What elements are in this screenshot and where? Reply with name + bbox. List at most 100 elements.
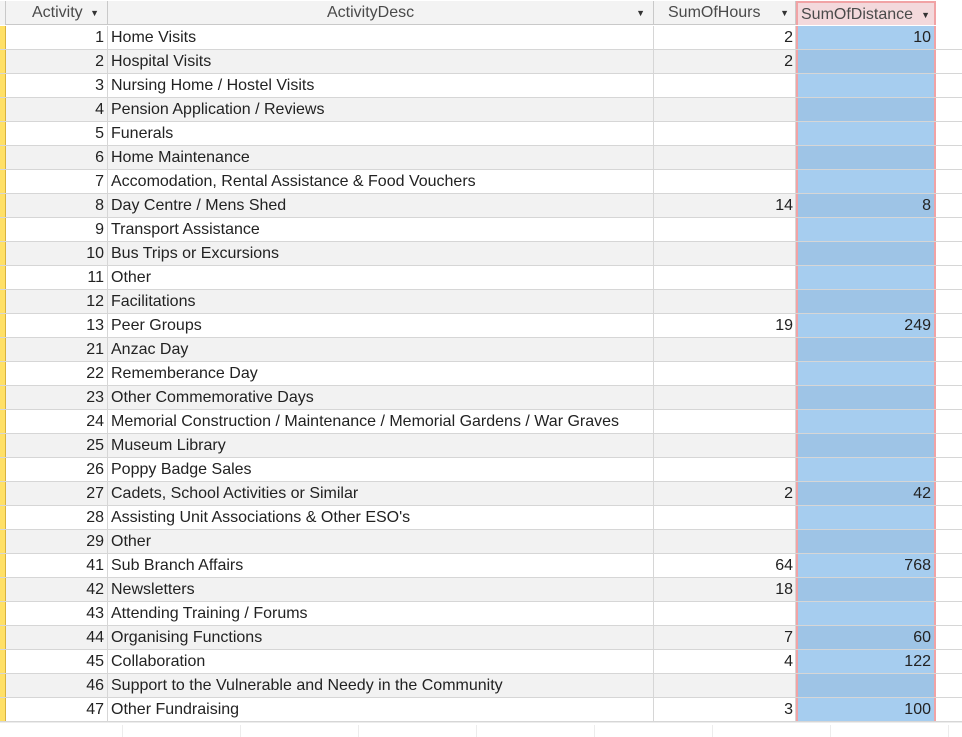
cell-sumofdistance[interactable] — [796, 290, 934, 313]
table-row[interactable]: 12 Facilitations — [0, 290, 962, 314]
table-row[interactable]: 3 Nursing Home / Hostel Visits — [0, 74, 962, 98]
cell-sumofdistance[interactable] — [796, 170, 934, 193]
cell-sumofhours[interactable]: 19 — [654, 314, 796, 337]
cell-sumofdistance[interactable]: 8 — [796, 194, 934, 217]
cell-activity[interactable]: 9 — [28, 218, 108, 241]
cell-sumofhours[interactable] — [654, 74, 796, 97]
cell-sumofdistance[interactable] — [796, 530, 934, 553]
cell-sumofhours[interactable] — [654, 674, 796, 697]
cell-sumofhours[interactable] — [654, 602, 796, 625]
cell-activity[interactable]: 28 — [28, 506, 108, 529]
cell-activity[interactable]: 45 — [28, 650, 108, 673]
table-row[interactable]: 1 Home Visits 2 10 — [0, 26, 962, 50]
column-header-sumofhours[interactable]: SumOfHours ▼ — [654, 1, 796, 25]
cell-sumofdistance[interactable]: 10 — [796, 26, 934, 49]
cell-activitydesc[interactable]: Organising Functions — [108, 626, 654, 649]
chevron-down-icon[interactable]: ▼ — [636, 1, 645, 25]
cell-activitydesc[interactable]: Nursing Home / Hostel Visits — [108, 74, 654, 97]
cell-sumofhours[interactable]: 64 — [654, 554, 796, 577]
table-row[interactable]: 41 Sub Branch Affairs 64 768 — [0, 554, 962, 578]
table-row[interactable]: 44 Organising Functions 7 60 — [0, 626, 962, 650]
cell-activitydesc[interactable]: Anzac Day — [108, 338, 654, 361]
cell-sumofdistance[interactable]: 60 — [796, 626, 934, 649]
cell-sumofdistance[interactable]: 100 — [796, 698, 934, 721]
cell-sumofdistance[interactable] — [796, 362, 934, 385]
cell-activity[interactable]: 7 — [28, 170, 108, 193]
cell-sumofdistance[interactable] — [796, 410, 934, 433]
cell-activitydesc[interactable]: Memorial Construction / Maintenance / Me… — [108, 410, 654, 433]
cell-activity[interactable]: 4 — [28, 98, 108, 121]
cell-activity[interactable]: 6 — [28, 146, 108, 169]
cell-activity[interactable]: 8 — [28, 194, 108, 217]
cell-sumofhours[interactable]: 7 — [654, 626, 796, 649]
cell-activity[interactable]: 23 — [28, 386, 108, 409]
cell-sumofdistance[interactable] — [796, 602, 934, 625]
chevron-down-icon[interactable]: ▼ — [921, 3, 930, 27]
cell-sumofdistance[interactable] — [796, 242, 934, 265]
table-row[interactable]: 45 Collaboration 4 122 — [0, 650, 962, 674]
cell-activity[interactable]: 10 — [28, 242, 108, 265]
cell-sumofhours[interactable]: 14 — [654, 194, 796, 217]
cell-activitydesc[interactable]: Other — [108, 530, 654, 553]
cell-sumofdistance[interactable] — [796, 386, 934, 409]
column-header-sumofdistance[interactable]: SumOfDistance ▼ — [796, 1, 934, 25]
cell-activity[interactable]: 1 — [28, 26, 108, 49]
cell-activity[interactable]: 13 — [28, 314, 108, 337]
cell-activitydesc[interactable]: Transport Assistance — [108, 218, 654, 241]
cell-activity[interactable]: 11 — [28, 266, 108, 289]
table-row[interactable]: 11 Other — [0, 266, 962, 290]
cell-activity[interactable]: 25 — [28, 434, 108, 457]
cell-sumofdistance[interactable] — [796, 674, 934, 697]
cell-sumofdistance[interactable] — [796, 434, 934, 457]
table-row[interactable]: 26 Poppy Badge Sales — [0, 458, 962, 482]
cell-activity[interactable]: 29 — [28, 530, 108, 553]
cell-sumofdistance[interactable] — [796, 74, 934, 97]
table-row[interactable]: 22 Rememberance Day — [0, 362, 962, 386]
cell-sumofhours[interactable]: 18 — [654, 578, 796, 601]
cell-activitydesc[interactable]: Assisting Unit Associations & Other ESO'… — [108, 506, 654, 529]
cell-activity[interactable]: 44 — [28, 626, 108, 649]
cell-sumofhours[interactable] — [654, 218, 796, 241]
cell-activity[interactable]: 42 — [28, 578, 108, 601]
cell-activity[interactable]: 22 — [28, 362, 108, 385]
cell-activity[interactable]: 43 — [28, 602, 108, 625]
cell-sumofhours[interactable]: 2 — [654, 482, 796, 505]
table-row[interactable]: 27 Cadets, School Activities or Similar 2 4… — [0, 482, 962, 506]
table-row[interactable]: 24 Memorial Construction / Maintenance / … — [0, 410, 962, 434]
cell-sumofdistance[interactable] — [796, 146, 934, 169]
cell-activitydesc[interactable]: Newsletters — [108, 578, 654, 601]
table-row[interactable]: 8 Day Centre / Mens Shed 14 8 — [0, 194, 962, 218]
table-row[interactable]: 7 Accomodation, Rental Assistance & Food … — [0, 170, 962, 194]
table-row[interactable]: 13 Peer Groups 19 249 — [0, 314, 962, 338]
table-row[interactable]: 29 Other — [0, 530, 962, 554]
table-row[interactable]: 25 Museum Library — [0, 434, 962, 458]
cell-sumofdistance[interactable] — [796, 506, 934, 529]
cell-sumofhours[interactable] — [654, 290, 796, 313]
cell-activitydesc[interactable]: Museum Library — [108, 434, 654, 457]
cell-activitydesc[interactable]: Other Fundraising — [108, 698, 654, 721]
cell-sumofdistance[interactable] — [796, 98, 934, 121]
cell-sumofhours[interactable] — [654, 170, 796, 193]
column-header-activitydesc[interactable]: ActivityDesc ▼ — [108, 1, 654, 25]
cell-activitydesc[interactable]: Accomodation, Rental Assistance & Food V… — [108, 170, 654, 193]
table-row[interactable]: 4 Pension Application / Reviews — [0, 98, 962, 122]
cell-sumofdistance[interactable]: 42 — [796, 482, 934, 505]
cell-activitydesc[interactable]: Attending Training / Forums — [108, 602, 654, 625]
chevron-down-icon[interactable]: ▼ — [90, 1, 99, 25]
cell-activitydesc[interactable]: Peer Groups — [108, 314, 654, 337]
cell-sumofhours[interactable]: 2 — [654, 50, 796, 73]
cell-activity[interactable]: 2 — [28, 50, 108, 73]
chevron-down-icon[interactable]: ▼ — [780, 1, 789, 25]
cell-sumofhours[interactable] — [654, 122, 796, 145]
cell-sumofhours[interactable]: 3 — [654, 698, 796, 721]
table-row[interactable]: 23 Other Commemorative Days — [0, 386, 962, 410]
cell-activitydesc[interactable]: Rememberance Day — [108, 362, 654, 385]
cell-activitydesc[interactable]: Facilitations — [108, 290, 654, 313]
cell-activity[interactable]: 47 — [28, 698, 108, 721]
cell-sumofhours[interactable] — [654, 362, 796, 385]
cell-sumofhours[interactable] — [654, 458, 796, 481]
cell-activity[interactable]: 12 — [28, 290, 108, 313]
cell-sumofhours[interactable] — [654, 506, 796, 529]
cell-sumofhours[interactable] — [654, 530, 796, 553]
cell-activitydesc[interactable]: Cadets, School Activities or Similar — [108, 482, 654, 505]
